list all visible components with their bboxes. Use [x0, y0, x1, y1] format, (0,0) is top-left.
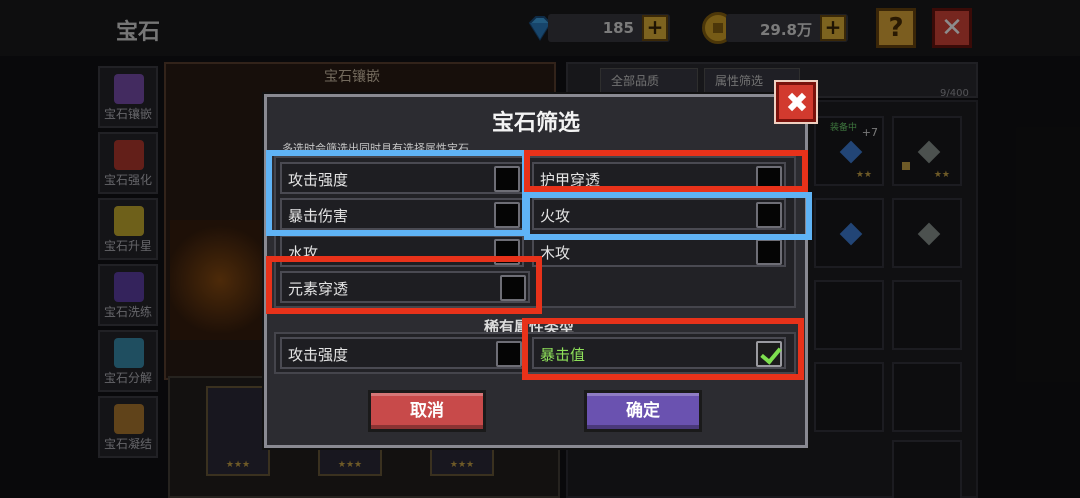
armor-penetration-checkbox[interactable]	[756, 166, 782, 192]
water-attack-checkbox[interactable]	[494, 239, 520, 265]
confirm-button[interactable]: 确定	[584, 390, 702, 432]
option-label: 元素穿透	[288, 280, 349, 298]
option-attack-strength[interactable]: 攻击强度	[280, 162, 524, 194]
option-armor-penetration[interactable]: 护甲穿透	[532, 162, 786, 194]
option-crit-value[interactable]: 暴击值	[532, 337, 786, 369]
option-label: 暴击伤害	[288, 207, 349, 225]
element-penetration-checkbox[interactable]	[500, 275, 526, 301]
rare-attack-strength-checkbox[interactable]	[496, 341, 522, 367]
option-rare-attack-strength[interactable]: 攻击强度	[280, 337, 526, 369]
option-label: 攻击强度	[288, 346, 349, 364]
option-label: 木攻	[540, 244, 571, 262]
cancel-button[interactable]: 取消	[368, 390, 486, 432]
option-label: 火攻	[540, 207, 571, 225]
option-label: 暴击值	[540, 346, 586, 364]
crit-damage-checkbox[interactable]	[494, 202, 520, 228]
dialog-title: 宝石筛选	[491, 111, 580, 136]
option-label: 水攻	[288, 244, 319, 262]
option-crit-damage[interactable]: 暴击伤害	[280, 198, 524, 230]
crit-value-checkbox[interactable]	[756, 341, 782, 367]
option-element-penetration[interactable]: 元素穿透	[280, 271, 530, 303]
attack-strength-checkbox[interactable]	[494, 166, 520, 192]
option-label: 护甲穿透	[540, 171, 601, 189]
close-dialog-button[interactable]	[776, 82, 816, 122]
option-water-attack[interactable]: 水攻	[280, 235, 524, 267]
wood-attack-checkbox[interactable]	[756, 239, 782, 265]
option-fire-attack[interactable]: 火攻	[532, 198, 786, 230]
multi-select-hint: 多选时会筛选出同时具有选择属性宝石	[282, 142, 469, 154]
fire-attack-checkbox[interactable]	[756, 202, 782, 228]
option-label: 攻击强度	[288, 171, 349, 189]
option-wood-attack[interactable]: 木攻	[532, 235, 786, 267]
